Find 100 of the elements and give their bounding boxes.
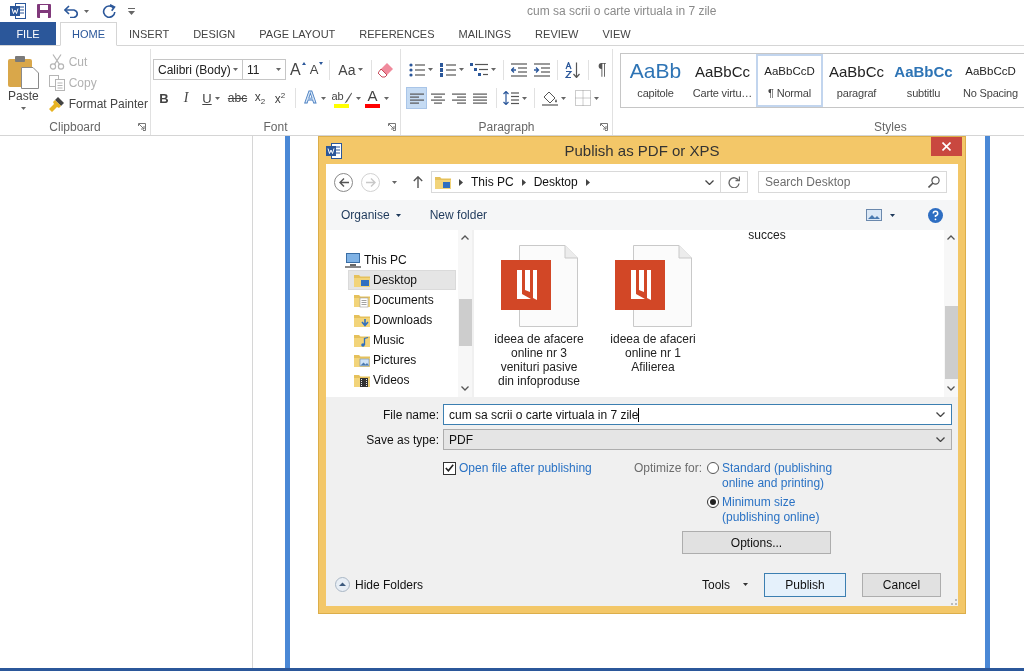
search-icon[interactable] bbox=[928, 176, 940, 188]
font-name-field[interactable]: Calibri (Body) bbox=[153, 59, 243, 80]
chevron-down-icon bbox=[936, 437, 945, 442]
bold-button[interactable]: B bbox=[153, 87, 175, 109]
scrollbar-thumb[interactable] bbox=[458, 299, 472, 346]
folder-tree-item[interactable]: Downloads bbox=[348, 310, 456, 330]
ribbon-tab[interactable]: PAGE LAYOUT bbox=[247, 22, 348, 45]
subscript-button[interactable]: x$_{2}$ bbox=[250, 87, 270, 109]
superscript-button[interactable]: x$^{2}$ bbox=[270, 87, 290, 109]
underline-button[interactable]: U bbox=[197, 87, 225, 109]
help-icon[interactable] bbox=[928, 207, 943, 223]
increase-indent-icon[interactable] bbox=[534, 62, 550, 77]
copy-icon bbox=[48, 74, 65, 91]
pdf-file-icon bbox=[500, 245, 578, 327]
caret-up-icon bbox=[301, 62, 306, 65]
ribbon-tab[interactable]: DESIGN bbox=[181, 22, 248, 45]
align-left-button[interactable] bbox=[406, 87, 427, 109]
shrink-font-button[interactable]: A bbox=[309, 59, 324, 80]
file-item[interactable]: succes bbox=[710, 230, 824, 241]
numbering-icon[interactable] bbox=[440, 62, 456, 77]
paste-button[interactable]: Paste bbox=[2, 51, 45, 113]
file-tab[interactable]: FILE bbox=[0, 22, 56, 45]
checkbox[interactable] bbox=[443, 461, 456, 475]
decrease-indent-icon[interactable] bbox=[511, 62, 527, 77]
launcher-icon[interactable] bbox=[138, 123, 146, 131]
launcher-icon[interactable] bbox=[600, 123, 608, 131]
font-size-field[interactable]: 11 bbox=[243, 59, 286, 80]
chevron-down-icon[interactable] bbox=[947, 386, 955, 391]
italic-button[interactable]: I bbox=[175, 87, 197, 109]
sort-icon[interactable] bbox=[565, 61, 581, 78]
radio-label[interactable]: Standard (publishing online and printing) bbox=[722, 461, 840, 491]
style-button[interactable]: AaBbCcD ¶ Normal bbox=[756, 54, 823, 107]
organise-button[interactable]: Organise bbox=[341, 208, 401, 222]
breadcrumb[interactable]: This PC bbox=[471, 175, 514, 189]
font-color-button[interactable]: A bbox=[363, 87, 391, 109]
folder-tree-item[interactable]: Documents bbox=[348, 290, 456, 310]
redo-icon[interactable] bbox=[102, 4, 116, 18]
pdf-file-icon bbox=[614, 245, 692, 327]
change-case-button[interactable]: Aa bbox=[336, 59, 366, 80]
file-item[interactable]: ideea de afaceri online nr 1 Afilierea bbox=[596, 245, 710, 388]
publish-button[interactable]: Publish bbox=[764, 572, 846, 597]
radio-button[interactable] bbox=[707, 462, 719, 474]
save-icon[interactable] bbox=[37, 4, 51, 18]
ribbon-tab[interactable]: HOME bbox=[60, 22, 117, 46]
chevron-down-icon[interactable] bbox=[461, 386, 469, 391]
caret-icon bbox=[459, 68, 464, 71]
radio-button[interactable] bbox=[707, 496, 719, 508]
eraser-icon[interactable] bbox=[378, 61, 395, 78]
folder-tree-item[interactable]: Music bbox=[348, 330, 456, 350]
multilevel-list-icon[interactable] bbox=[470, 62, 488, 77]
picture-icon[interactable] bbox=[866, 209, 882, 221]
folder-tree-item[interactable]: Pictures bbox=[348, 350, 456, 370]
pen-icon bbox=[343, 92, 352, 104]
strikethrough-button[interactable]: abc bbox=[225, 87, 250, 109]
save-type-select[interactable]: PDF bbox=[443, 429, 952, 450]
breadcrumb[interactable]: Desktop bbox=[533, 175, 578, 189]
tools-button[interactable]: Tools bbox=[702, 577, 748, 592]
caret-icon bbox=[384, 96, 389, 100]
file-item[interactable]: ideea de afacere online nr 3 venituri pasive din infoproduse bbox=[482, 245, 596, 388]
up-arrow-icon[interactable] bbox=[413, 176, 423, 188]
group-label: Font bbox=[263, 120, 288, 134]
paint-bucket-icon[interactable] bbox=[542, 90, 558, 106]
align-right-icon bbox=[451, 92, 466, 104]
folder-tree-item[interactable]: Desktop bbox=[348, 270, 456, 290]
options-button[interactable]: Options... bbox=[682, 531, 831, 554]
launcher-icon[interactable] bbox=[388, 123, 396, 131]
radio-label[interactable]: Minimum size (publishing online) bbox=[722, 495, 840, 525]
scrollbar-thumb[interactable] bbox=[944, 306, 958, 379]
new-folder-button[interactable]: New folder bbox=[429, 208, 488, 222]
word-logo-icon[interactable] bbox=[10, 3, 26, 19]
ribbon-tab[interactable]: MAILINGS bbox=[446, 22, 524, 45]
bullets-icon[interactable] bbox=[409, 62, 425, 77]
folder-icon bbox=[435, 174, 451, 190]
hide-folders-button[interactable]: Hide Folders bbox=[335, 577, 424, 592]
desktop-folder-icon bbox=[354, 272, 370, 288]
close-button[interactable] bbox=[931, 137, 962, 156]
grow-font-button[interactable]: A bbox=[290, 59, 306, 80]
line-spacing-icon[interactable] bbox=[503, 91, 519, 105]
folder-tree-item[interactable]: Videos bbox=[348, 370, 456, 390]
show-formatting-button[interactable]: ¶ bbox=[596, 59, 609, 80]
chevron-up-icon[interactable] bbox=[947, 235, 955, 240]
ribbon-tab[interactable]: REFERENCES bbox=[347, 22, 447, 45]
format-painter-button[interactable]: Format Painter bbox=[46, 93, 150, 114]
word-logo-icon[interactable] bbox=[326, 142, 342, 159]
ribbon-tab[interactable]: VIEW bbox=[590, 22, 643, 45]
customize-icon[interactable] bbox=[128, 7, 135, 15]
back-button[interactable] bbox=[334, 172, 353, 192]
chevron-up-icon[interactable] bbox=[461, 235, 469, 240]
folder-tree-item[interactable]: This PC bbox=[326, 250, 456, 270]
refresh-icon[interactable] bbox=[728, 176, 740, 188]
undo-icon[interactable] bbox=[64, 4, 80, 18]
ribbon-tab[interactable]: INSERT bbox=[117, 22, 182, 45]
refresh-button[interactable] bbox=[721, 171, 748, 193]
ribbon-tab[interactable]: REVIEW bbox=[523, 22, 591, 45]
search-field[interactable]: Search Desktop bbox=[758, 171, 947, 193]
highlight-button[interactable]: ab bbox=[329, 87, 363, 109]
address-field[interactable]: This PC Desktop bbox=[431, 171, 721, 193]
file-name-field[interactable]: cum sa scrii o carte virtuala in 7 zile bbox=[443, 404, 952, 425]
checkbox-label[interactable]: Open file after publishing bbox=[459, 461, 592, 475]
cancel-button[interactable]: Cancel bbox=[862, 572, 941, 597]
